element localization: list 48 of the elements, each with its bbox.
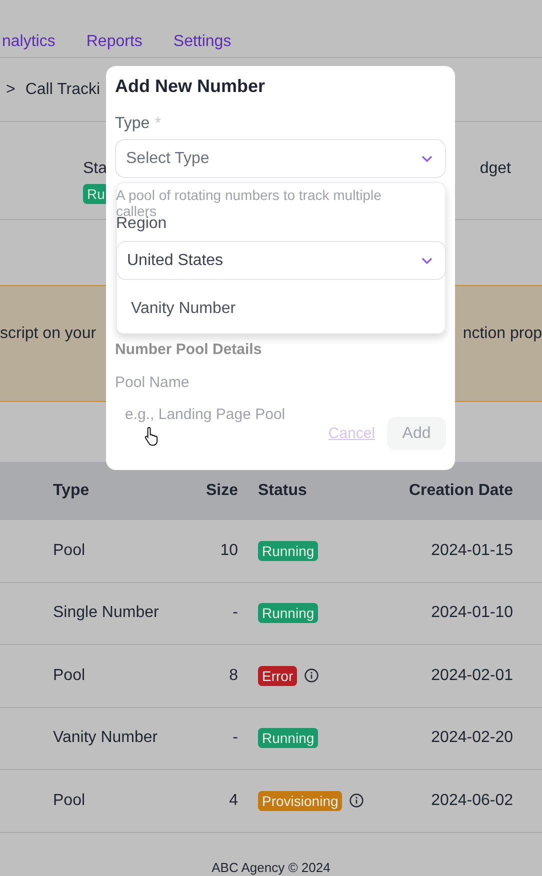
field-label: Pool Name <box>115 374 190 391</box>
breadcrumb-separator: > <box>6 80 16 98</box>
type-select[interactable]: Select Type <box>115 139 446 178</box>
table-cell-text: Single Number <box>52 604 160 622</box>
column-header: Type <box>52 482 90 500</box>
table-cell-text: 8 <box>228 666 238 685</box>
summary-label: dget <box>480 160 511 179</box>
status-badge: Running <box>258 603 318 624</box>
region-select[interactable]: United States <box>116 241 446 280</box>
status-badge: Provisioning <box>258 790 342 811</box>
column-header: Size <box>204 482 238 500</box>
info-icon[interactable] <box>304 668 320 684</box>
info-icon[interactable] <box>349 793 364 808</box>
table-cell-text: - <box>232 604 238 622</box>
nav-tab[interactable]: Reports <box>86 33 142 51</box>
status-label: Sta <box>83 160 108 178</box>
table-cell-text: 2024-02-20 <box>430 729 514 748</box>
table-cell-text: 2024-02-01 <box>430 666 514 685</box>
table-cell-text: Vanity Number <box>52 729 159 748</box>
chevron-down-icon <box>421 256 433 264</box>
field-label: Type <box>115 115 150 133</box>
table-cell-text: - <box>232 729 238 748</box>
table-cell-text: 4 <box>228 792 238 810</box>
chevron-down-icon <box>421 154 433 162</box>
status-badge: Running <box>258 728 318 748</box>
section-title: Number Pool Details <box>115 341 263 358</box>
status-badge: Error <box>258 666 298 686</box>
table-cell-text: 2024-06-02 <box>430 792 514 810</box>
table-cell-text: Pool <box>52 666 86 685</box>
column-header: Creation Date <box>408 482 514 500</box>
status-badge: Running <box>258 540 318 561</box>
pointer-cursor-icon <box>144 426 160 446</box>
nav-tab[interactable]: Settings <box>173 33 232 51</box>
footer-text: ABC Agency © 2024 <box>212 860 330 875</box>
dropdown-option[interactable]: Vanity Number <box>117 300 445 318</box>
breadcrumb-item[interactable]: Call Tracki <box>25 80 100 98</box>
required-mark: * <box>154 115 161 133</box>
nav-tab[interactable]: nalytics <box>2 33 56 51</box>
table-cell-text: Pool <box>52 542 86 560</box>
table-cell-text: 2024-01-15 <box>430 542 514 560</box>
column-header: Status <box>257 482 308 500</box>
table-cell-text: 10 <box>219 542 238 560</box>
field-label: Region <box>116 215 168 233</box>
table-cell-text: Pool <box>52 792 86 810</box>
banner-text: script on your <box>0 324 96 342</box>
modal-title: Add New Number <box>115 76 266 97</box>
table-cell-text: 2024-01-10 <box>430 604 514 622</box>
banner-text: nction prop <box>462 324 542 342</box>
